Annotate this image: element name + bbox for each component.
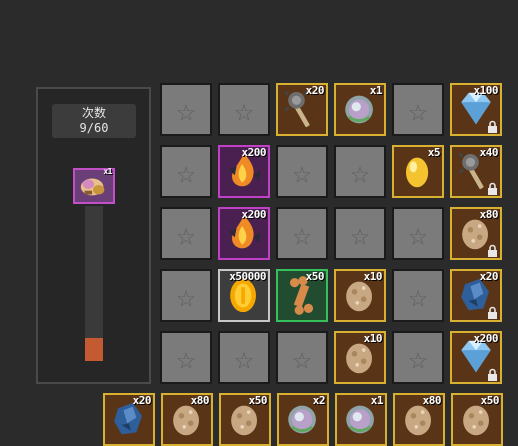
lock-icon bbox=[488, 244, 497, 257]
empty-slot[interactable] bbox=[334, 145, 386, 198]
empty-slot[interactable] bbox=[160, 83, 212, 136]
reward-quantity: x1 bbox=[103, 167, 112, 176]
empty-slot[interactable] bbox=[160, 207, 212, 260]
item-slot[interactable]: x50 bbox=[276, 269, 328, 322]
item-quantity: x1 bbox=[369, 84, 383, 97]
item-quantity: x200 bbox=[241, 146, 267, 159]
lock-icon bbox=[488, 306, 497, 319]
item-slot[interactable]: x10 bbox=[334, 269, 386, 322]
item-slot[interactable]: x1 bbox=[334, 83, 386, 136]
empty-slot[interactable] bbox=[218, 83, 270, 136]
item-quantity: x10 bbox=[363, 332, 383, 345]
empty-slot[interactable] bbox=[334, 207, 386, 260]
item-quantity: x50 bbox=[305, 270, 325, 283]
milestone-reward-slot[interactable]: x1 bbox=[73, 167, 115, 204]
item-quantity: x50000 bbox=[229, 270, 266, 283]
draw-progress-fill bbox=[85, 337, 103, 361]
item-slot[interactable]: x100 bbox=[450, 83, 502, 136]
empty-slot[interactable] bbox=[160, 145, 212, 198]
item-slot[interactable]: x2 bbox=[277, 393, 329, 446]
empty-slot[interactable] bbox=[276, 145, 328, 198]
item-slot[interactable]: x5 bbox=[392, 145, 444, 198]
item-quantity: x20 bbox=[132, 394, 152, 407]
item-slot[interactable]: x80 bbox=[393, 393, 445, 446]
item-slot[interactable]: x80 bbox=[450, 207, 502, 260]
item-slot[interactable]: x200 bbox=[218, 207, 270, 260]
item-quantity: x5 bbox=[427, 146, 441, 159]
item-quantity: x40 bbox=[479, 146, 499, 159]
item-slot[interactable]: x1 bbox=[335, 393, 387, 446]
item-quantity: x1 bbox=[370, 394, 384, 407]
empty-slot[interactable] bbox=[276, 331, 328, 384]
item-quantity: x20 bbox=[479, 270, 499, 283]
item-quantity: x80 bbox=[190, 394, 210, 407]
item-slot[interactable]: x200 bbox=[218, 145, 270, 198]
draw-count-panel: 次数 9/60 x1 bbox=[36, 87, 151, 384]
empty-slot[interactable] bbox=[160, 269, 212, 322]
draw-progress-bar bbox=[85, 206, 103, 361]
empty-slot[interactable] bbox=[160, 331, 212, 384]
item-quantity: x20 bbox=[305, 84, 325, 97]
lock-icon bbox=[488, 182, 497, 195]
item-quantity: x200 bbox=[473, 332, 499, 345]
item-quantity: x100 bbox=[473, 84, 499, 97]
draw-count-title: 次数 bbox=[81, 106, 106, 120]
empty-slot[interactable] bbox=[392, 269, 444, 322]
draw-count-box: 次数 9/60 bbox=[52, 104, 136, 138]
item-quantity: x2 bbox=[312, 394, 326, 407]
item-slot[interactable]: x20 bbox=[450, 269, 502, 322]
item-quantity: x80 bbox=[479, 208, 499, 221]
empty-slot[interactable] bbox=[392, 207, 444, 260]
empty-slot[interactable] bbox=[392, 83, 444, 136]
item-quantity: x50 bbox=[248, 394, 268, 407]
lock-icon bbox=[488, 368, 497, 381]
lock-icon bbox=[488, 120, 497, 133]
item-slot[interactable]: x50000 bbox=[218, 269, 270, 322]
item-slot[interactable]: x20 bbox=[103, 393, 155, 446]
item-slot[interactable]: x80 bbox=[161, 393, 213, 446]
item-slot[interactable]: x10 bbox=[334, 331, 386, 384]
empty-slot[interactable] bbox=[392, 331, 444, 384]
empty-slot[interactable] bbox=[218, 331, 270, 384]
item-quantity: x10 bbox=[363, 270, 383, 283]
empty-slot[interactable] bbox=[276, 207, 328, 260]
item-slot[interactable]: x50 bbox=[451, 393, 503, 446]
item-slot[interactable]: x50 bbox=[219, 393, 271, 446]
item-quantity: x50 bbox=[480, 394, 500, 407]
item-slot[interactable]: x40 bbox=[450, 145, 502, 198]
item-slot[interactable]: x20 bbox=[276, 83, 328, 136]
item-slot[interactable]: x200 bbox=[450, 331, 502, 384]
item-quantity: x80 bbox=[422, 394, 442, 407]
item-quantity: x200 bbox=[241, 208, 267, 221]
draw-count-value: 9/60 bbox=[79, 121, 109, 135]
